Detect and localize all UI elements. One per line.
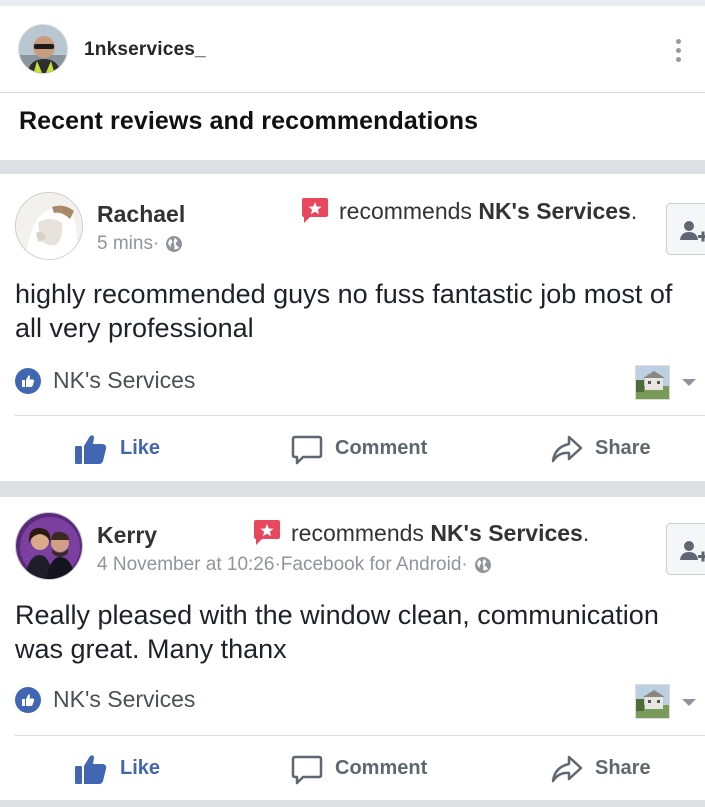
card-divider bbox=[0, 481, 705, 497]
reviewer-avatar[interactable] bbox=[15, 192, 83, 260]
like-button[interactable]: Like bbox=[74, 416, 160, 481]
post-meta: 4 November at 10:26 · Facebook for Andro… bbox=[97, 554, 492, 576]
page-link[interactable]: NK's Services bbox=[430, 520, 583, 546]
page-tag-name[interactable]: NK's Services bbox=[53, 686, 195, 713]
reviewer-avatar[interactable] bbox=[15, 512, 83, 580]
recommends-period: . bbox=[630, 197, 638, 224]
share-label: Share bbox=[595, 757, 651, 779]
thumbs-up-icon bbox=[75, 434, 107, 464]
page-thumbnail[interactable] bbox=[635, 684, 670, 719]
page-link[interactable]: NK's Services bbox=[478, 198, 631, 224]
recommend-flag-icon bbox=[252, 519, 282, 547]
recommend-flag-icon bbox=[300, 197, 330, 225]
like-label: Like bbox=[120, 757, 161, 779]
review-text: highly recommended guys no fuss fantasti… bbox=[15, 279, 673, 343]
recommendation-text: recommends NK's Services. bbox=[339, 198, 637, 225]
comment-button[interactable]: Comment bbox=[291, 736, 427, 801]
post-time[interactable]: 4 November at 10:26 bbox=[97, 554, 274, 576]
thumbs-up-badge-icon bbox=[15, 367, 41, 394]
like-label: Like bbox=[120, 437, 161, 459]
review-card: Kerry recommends NK's Services. 4 Novemb… bbox=[0, 497, 705, 800]
more-options-icon[interactable] bbox=[668, 36, 688, 66]
add-friend-button[interactable] bbox=[666, 203, 705, 255]
recommendation-text: recommends NK's Services. bbox=[291, 520, 589, 547]
recommends-label: recommends bbox=[291, 519, 431, 546]
post-meta: 5 mins · bbox=[97, 233, 183, 255]
action-bar: Like Comment Share bbox=[0, 416, 705, 481]
comment-icon bbox=[291, 755, 323, 784]
share-button[interactable]: Share bbox=[551, 416, 651, 481]
page-tag[interactable]: NK's Services bbox=[15, 367, 195, 394]
action-bar: Like Comment Share bbox=[0, 736, 705, 801]
comment-button[interactable]: Comment bbox=[291, 416, 427, 481]
post-source: Facebook for Android bbox=[280, 554, 462, 575]
profile-avatar[interactable] bbox=[18, 24, 68, 74]
section-divider bbox=[0, 158, 705, 180]
share-icon bbox=[551, 755, 583, 782]
globe-icon bbox=[166, 236, 183, 252]
review-text: Really pleased with the window clean, co… bbox=[15, 600, 659, 664]
page-tag[interactable]: NK's Services bbox=[15, 686, 195, 713]
thumbs-up-icon bbox=[75, 754, 107, 784]
share-icon bbox=[551, 435, 583, 462]
share-label: Share bbox=[595, 437, 651, 459]
post-header: 1nkservices_ bbox=[0, 6, 705, 93]
bottom-divider bbox=[0, 800, 705, 807]
profile-username[interactable]: 1nkservices_ bbox=[84, 39, 206, 61]
chevron-down-icon[interactable] bbox=[682, 379, 696, 386]
recommends-label: recommends bbox=[339, 197, 479, 224]
like-button[interactable]: Like bbox=[74, 736, 160, 801]
recommends-period: . bbox=[582, 519, 590, 546]
comment-icon bbox=[291, 435, 323, 464]
review-card: Rachael recommends NK's Services. 5 mins… bbox=[0, 180, 705, 481]
reviewer-name[interactable]: Kerry bbox=[97, 522, 157, 549]
thumbs-up-badge-icon bbox=[15, 686, 41, 713]
reviewer-name[interactable]: Rachael bbox=[97, 201, 185, 228]
meta-separator: · bbox=[152, 233, 160, 254]
add-friend-icon bbox=[680, 221, 705, 242]
globe-icon bbox=[474, 557, 491, 573]
share-button[interactable]: Share bbox=[551, 736, 651, 801]
recommendation-line: recommends NK's Services. bbox=[252, 519, 589, 547]
recommendation-line: recommends NK's Services. bbox=[300, 197, 637, 225]
chevron-down-icon[interactable] bbox=[682, 699, 696, 706]
add-friend-button[interactable] bbox=[666, 523, 705, 575]
comment-label: Comment bbox=[335, 757, 428, 779]
post-time[interactable]: 5 mins bbox=[97, 233, 153, 255]
page-thumbnail[interactable] bbox=[635, 365, 670, 400]
page-tag-name[interactable]: NK's Services bbox=[53, 367, 195, 394]
add-friend-icon bbox=[680, 541, 705, 562]
comment-label: Comment bbox=[335, 437, 428, 459]
section-title: Recent reviews and recommendations bbox=[19, 107, 479, 135]
meta-separator: · bbox=[461, 554, 468, 575]
